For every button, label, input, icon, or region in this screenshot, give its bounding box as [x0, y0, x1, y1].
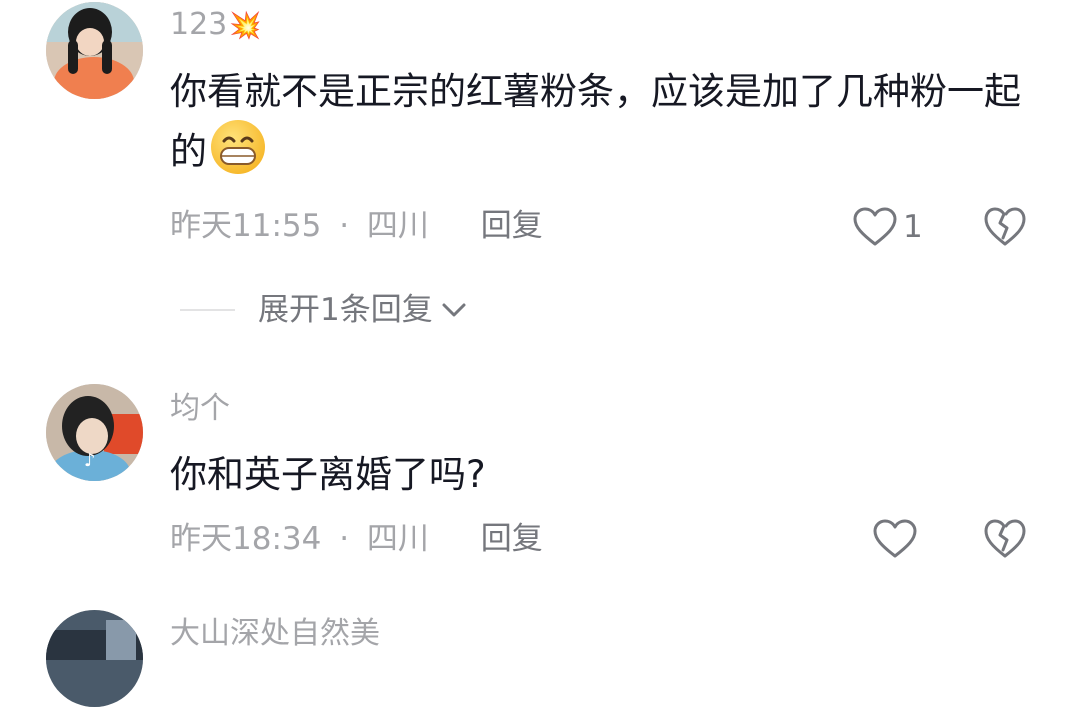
comment-meta: 昨天11:55 · 四川 回复: [170, 209, 543, 243]
avatar[interactable]: [46, 2, 143, 99]
like-count: 1: [903, 209, 923, 245]
comment-time: 昨天18:34: [170, 521, 322, 557]
heart-icon[interactable]: [852, 206, 898, 248]
meta-separator: ·: [339, 521, 350, 557]
comment-meta: 昨天18:34 · 四川 回复: [170, 522, 543, 556]
comment-username[interactable]: 123💥: [170, 8, 262, 43]
divider: [180, 309, 235, 311]
meta-separator: ·: [339, 208, 350, 244]
broken-heart-icon[interactable]: [983, 206, 1027, 248]
comment-location: 四川: [366, 208, 429, 244]
avatar[interactable]: ♪: [46, 384, 143, 481]
chevron-down-icon: [442, 303, 466, 317]
comment-location: 四川: [366, 521, 429, 557]
explosion-emoji-icon: 💥: [229, 11, 262, 41]
comment-text: 你和英子离婚了吗?: [170, 453, 486, 496]
comment-time: 昨天11:55: [170, 208, 322, 244]
svg-text:♪: ♪: [84, 450, 96, 471]
heart-icon[interactable]: [872, 518, 918, 560]
expand-replies-label: 展开1条回复: [258, 292, 433, 328]
comment-text: 你看就不是正宗的红薯粉条，应该是加了几种粉一起的: [170, 66, 1040, 178]
grin-emoji-icon: [209, 118, 267, 176]
reply-button[interactable]: 回复: [481, 521, 543, 557]
comment-username[interactable]: 大山深处自然美: [170, 617, 380, 651]
reply-button[interactable]: 回复: [481, 208, 543, 244]
broken-heart-icon[interactable]: [983, 518, 1027, 560]
comment-username[interactable]: 均个: [170, 392, 230, 426]
expand-replies-button[interactable]: 展开1条回复: [180, 290, 469, 330]
